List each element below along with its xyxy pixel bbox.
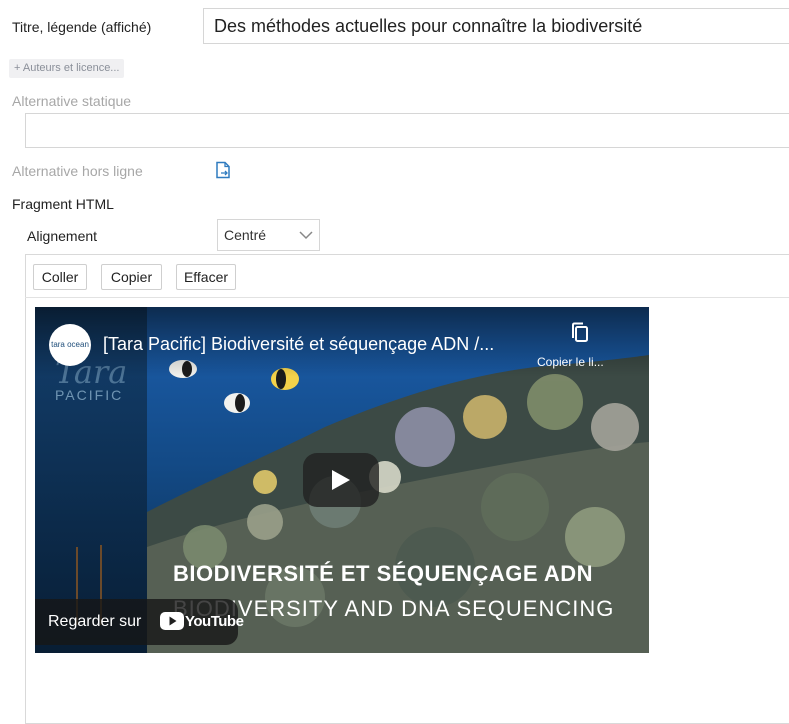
paste-button[interactable]: Coller: [33, 264, 87, 290]
authors-licence-link[interactable]: + Auteurs et licence...: [9, 59, 125, 78]
alignment-select[interactable]: Centré: [217, 219, 320, 251]
title-label: Titre, légende (affiché): [12, 19, 152, 35]
alignment-selected-value: Centré: [224, 227, 267, 243]
video-title[interactable]: [Tara Pacific] Biodiversité et séquençag…: [103, 334, 494, 355]
copy-link-icon[interactable]: [570, 322, 590, 344]
toolbar-divider: [25, 297, 789, 298]
copy-link-label[interactable]: Copier le li...: [537, 355, 604, 369]
alignment-label: Alignement: [27, 228, 98, 244]
watch-on-youtube-button[interactable]: Regarder sur YouTube: [35, 599, 244, 645]
play-icon: [332, 470, 350, 490]
copy-button[interactable]: Copier: [101, 264, 162, 290]
watch-on-label: Regarder sur: [48, 613, 142, 630]
pacific-watermark: PACIFIC: [55, 387, 124, 403]
offline-document-icon[interactable]: [214, 161, 232, 179]
youtube-wordmark: YouTube: [185, 613, 244, 630]
chevron-down-icon: [299, 231, 313, 240]
html-fragment-label: Fragment HTML: [12, 196, 114, 212]
video-overlay-headline-fr: BIODIVERSITÉ ET SÉQUENÇAGE ADN: [173, 561, 594, 586]
play-button[interactable]: [303, 453, 379, 507]
static-alternative-label: Alternative statique: [12, 93, 132, 109]
youtube-play-icon: [160, 612, 184, 630]
embedded-video[interactable]: Tara PACIFIC tara ocean [Tara Pacific] B…: [35, 307, 649, 653]
offline-alternative-label: Alternative hors ligne: [12, 163, 143, 179]
title-input[interactable]: Des méthodes actuelles pour connaître la…: [203, 8, 789, 44]
channel-avatar[interactable]: tara ocean: [49, 324, 91, 366]
clear-button[interactable]: Effacer: [176, 264, 236, 290]
static-alternative-input[interactable]: [25, 113, 789, 148]
